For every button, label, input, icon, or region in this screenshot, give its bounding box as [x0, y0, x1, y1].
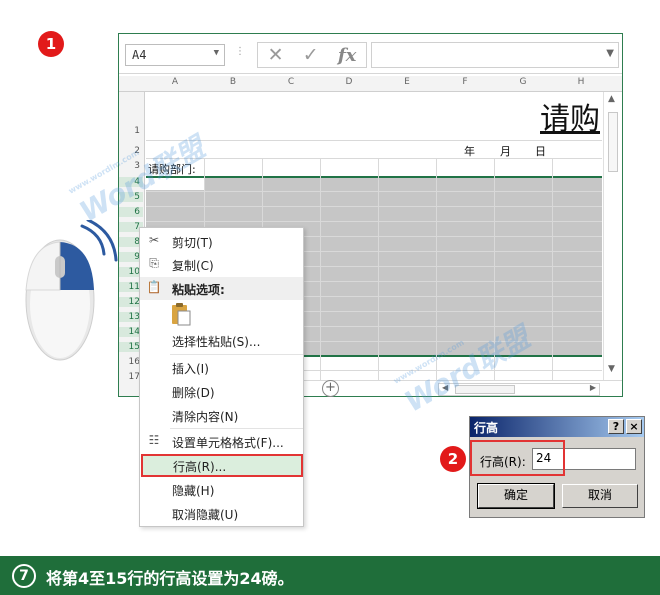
menu-section-paste-options: 📋 粘贴选项:	[140, 277, 303, 300]
step-badge-1: 1	[38, 31, 64, 57]
grid-line	[146, 221, 602, 222]
column-header[interactable]: B	[204, 77, 262, 87]
grid-line	[146, 158, 602, 159]
cancel-button[interactable]: 取消	[562, 484, 638, 508]
column-headers: A B C D E F G H	[119, 76, 622, 92]
menu-item-label: 插入(I)	[172, 362, 209, 376]
menu-item-label: 删除(D)	[172, 386, 215, 400]
close-button[interactable]: ×	[626, 419, 642, 434]
input-highlight-frame	[470, 440, 565, 476]
menu-item-unhide[interactable]: 取消隐藏(U)	[140, 502, 303, 525]
check-icon[interactable]: ✓	[303, 44, 319, 66]
grid-line	[320, 158, 321, 380]
grid-line	[436, 158, 437, 380]
scroll-up-icon[interactable]: ▲	[608, 94, 615, 104]
formula-input[interactable]: ▼	[371, 42, 619, 68]
menu-item-format-cells[interactable]: ☷ 设置单元格格式(F)...	[140, 430, 303, 453]
menu-item-paste-special[interactable]: 选择性粘贴(S)...	[140, 329, 303, 352]
caption-bar: 7 将第4至15行的行高设置为24磅。	[0, 556, 660, 595]
grid-line	[552, 158, 553, 380]
menu-item-label: 隐藏(H)	[172, 484, 215, 498]
paste-icon[interactable]	[171, 302, 191, 326]
date-month-label: 月	[500, 145, 511, 158]
scroll-down-icon[interactable]: ▼	[608, 364, 615, 374]
grid-line	[146, 140, 602, 141]
caption-text: 将第4至15行的行高设置为24磅。	[46, 569, 294, 588]
grid-line	[146, 191, 602, 192]
formula-bar: A4 ▼ ⋮ ✕ ✓ fx ▼	[119, 34, 622, 74]
vertical-scrollbar[interactable]: ▲ ▼	[603, 92, 622, 380]
menu-item-label: 行高(R)...	[173, 460, 227, 474]
menu-item-label: 清除内容(N)	[172, 410, 239, 424]
grid-line	[146, 206, 602, 207]
menu-item-label: 取消隐藏(U)	[172, 508, 239, 522]
scroll-thumb[interactable]	[608, 112, 618, 172]
caption-step-number: 7	[12, 564, 36, 588]
date-day-label: 日	[535, 145, 546, 158]
column-header[interactable]: D	[320, 77, 378, 87]
name-box-value: A4	[132, 48, 147, 62]
grid-line	[378, 158, 379, 380]
expand-chevron-icon[interactable]: ▼	[606, 48, 614, 59]
menu-item-hide[interactable]: 隐藏(H)	[140, 478, 303, 501]
name-box[interactable]: A4 ▼	[125, 44, 225, 66]
column-header[interactable]: A	[146, 77, 204, 87]
column-header[interactable]: E	[378, 77, 436, 87]
formula-buttons: ✕ ✓ fx	[257, 42, 367, 68]
dialog-title: 行高	[474, 421, 499, 435]
insert-function-icon[interactable]: fx	[338, 45, 356, 66]
menu-item-label: 剪切(T)	[172, 236, 213, 250]
cancel-x-icon[interactable]: ✕	[268, 44, 284, 66]
menu-item-cut[interactable]: ✂ 剪切(T)	[140, 230, 303, 253]
menu-separator	[170, 354, 303, 355]
context-menu: ✂ 剪切(T) ⎘ 复制(C) 📋 粘贴选项: 选择性粘贴(S)... 插入(I…	[139, 227, 304, 527]
menu-item-label: 复制(C)	[172, 259, 214, 273]
row-header[interactable]: 1	[119, 126, 143, 136]
help-button[interactable]: ?	[608, 419, 624, 434]
menu-item-label: 设置单元格格式(F)...	[172, 436, 284, 450]
scroll-right-icon[interactable]: ▶	[590, 383, 596, 392]
clipboard-icon: 📋	[146, 280, 162, 294]
menu-section-label: 粘贴选项:	[172, 283, 225, 297]
column-header[interactable]: G	[494, 77, 552, 87]
menu-separator	[170, 428, 303, 429]
date-year-label: 年	[464, 145, 475, 158]
step-badge-2: 2	[440, 446, 466, 472]
selection-top-border	[146, 176, 602, 178]
chevron-down-icon[interactable]: ▼	[214, 48, 219, 58]
column-header[interactable]: F	[436, 77, 494, 87]
add-sheet-icon[interactable]: +	[322, 380, 339, 397]
copy-icon: ⎘	[149, 256, 159, 270]
menu-item-row-height[interactable]: 行高(R)...	[141, 454, 303, 477]
drag-handle-icon[interactable]: ⋮	[235, 46, 245, 57]
menu-item-delete[interactable]: 删除(D)	[140, 380, 303, 403]
column-header[interactable]: H	[552, 77, 610, 87]
mouse-icon	[25, 220, 118, 361]
column-header[interactable]: C	[262, 77, 320, 87]
menu-item-label: 选择性粘贴(S)...	[172, 335, 261, 349]
menu-item-copy[interactable]: ⎘ 复制(C)	[140, 253, 303, 276]
format-cells-icon: ☷	[148, 433, 160, 447]
ok-button[interactable]: 确定	[477, 483, 555, 509]
menu-item-clear-contents[interactable]: 清除内容(N)	[140, 404, 303, 427]
sheet-title: 请购	[540, 102, 600, 137]
scissors-icon: ✂	[148, 233, 160, 247]
menu-item-insert[interactable]: 插入(I)	[140, 356, 303, 379]
